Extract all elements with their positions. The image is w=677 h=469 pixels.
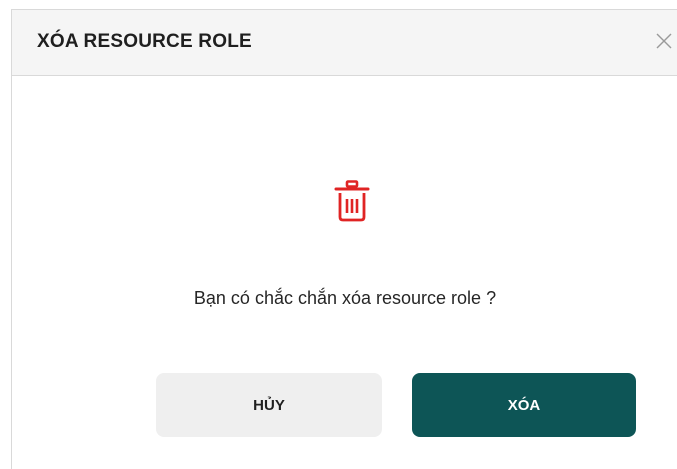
- dialog-body: Bạn có chắc chắn xóa resource role ? HỦY…: [12, 76, 677, 460]
- dialog-title: XÓA RESOURCE ROLE: [37, 31, 252, 52]
- cancel-button[interactable]: HỦY: [156, 373, 382, 437]
- delete-resource-role-dialog: XÓA RESOURCE ROLE Bạn có chắc chắn xóa r…: [11, 9, 677, 469]
- dialog-header: XÓA RESOURCE ROLE: [12, 10, 677, 76]
- delete-button[interactable]: XÓA: [412, 373, 636, 437]
- confirmation-message: Bạn có chắc chắn xóa resource role ?: [193, 288, 497, 308]
- close-icon[interactable]: [655, 32, 673, 50]
- trash-icon: [334, 180, 370, 222]
